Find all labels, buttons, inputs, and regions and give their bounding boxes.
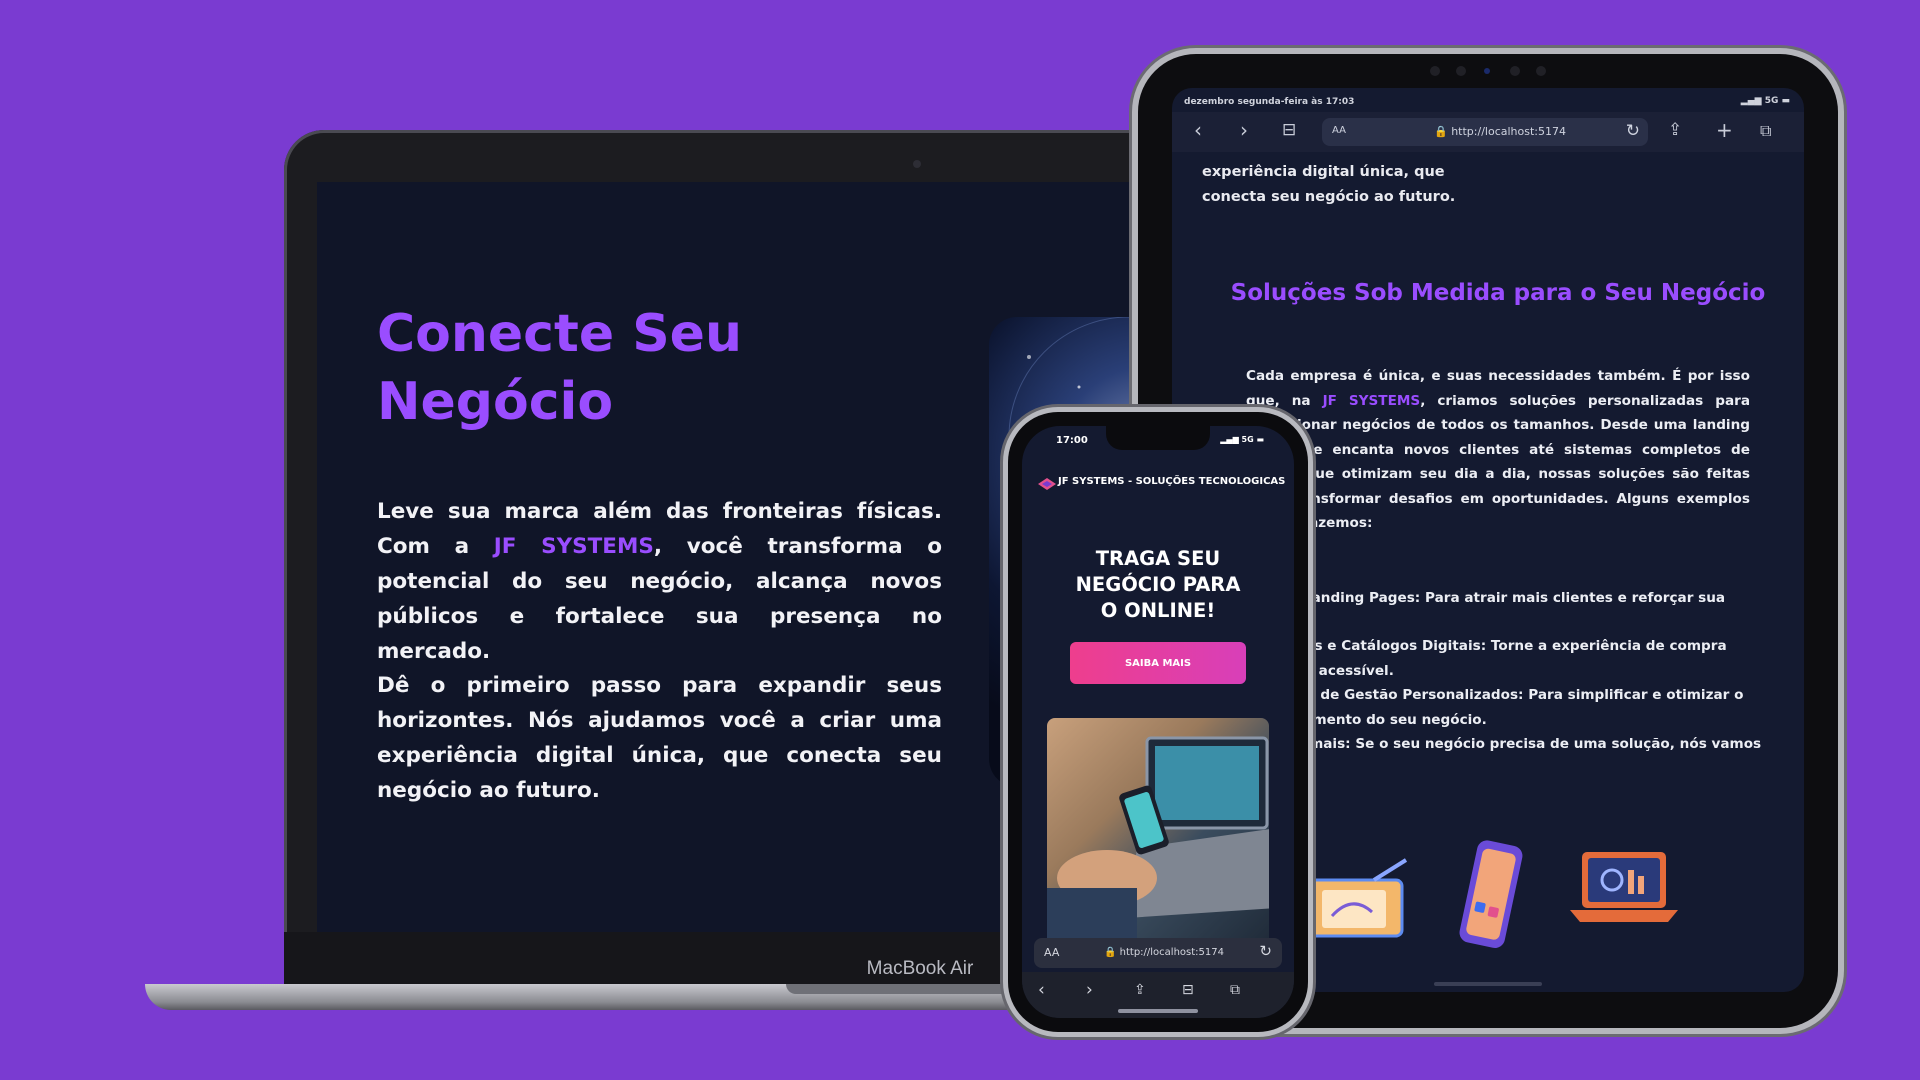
tablet-para-post: , criamos soluções personalizadas para i… [1246, 392, 1750, 532]
reload-icon[interactable]: ↻ [1626, 121, 1640, 141]
phone-headline-line1: TRAGA SEU [1095, 547, 1221, 570]
hero-paragraph-2: Dê o primeiro passo para expandir seus h… [377, 673, 942, 803]
phone-share-icon[interactable]: ⇪ [1134, 982, 1146, 998]
phone-bookmarks-icon[interactable]: ⊟ [1182, 982, 1194, 998]
hero-title-line2: Negócio [377, 372, 614, 432]
tablet-brand-highlight: JF SYSTEMS [1322, 392, 1421, 409]
phone-network-label: 5G [1241, 435, 1254, 444]
phone-url-value: http://localhost:5174 [1119, 947, 1224, 958]
brand-logo-icon [1038, 478, 1056, 490]
tablet-url-text: 🔒 http://localhost:5174 [1434, 125, 1566, 138]
tablet-list-item-3: Sistemas de Gestão Personalizados: Para … [1246, 687, 1744, 728]
text-size-button[interactable]: AA [1332, 125, 1346, 136]
back-icon[interactable]: ‹ [1194, 118, 1202, 142]
tablet-text-line-1: experiência digital única, que [1202, 164, 1445, 180]
tablet-address-bar[interactable]: AA 🔒 http://localhost:5174 ↻ [1322, 118, 1648, 146]
tablet-list-item-2: Cardápios e Catálogos Digitais: Torne a … [1246, 638, 1727, 679]
laptop-opening-notch [786, 984, 1041, 994]
phone-screen: 17:00 ▂▄▆ 5G ▬ JF SYSTEMS - SOLUÇÕES TEC… [1022, 426, 1294, 1018]
phone-text-size-button[interactable]: AA [1044, 946, 1059, 959]
tablet-camera-array [1430, 64, 1550, 78]
laptop-camera [913, 160, 921, 168]
tablet-browser-toolbar: ‹ › ⊟ AA 🔒 http://localhost:5174 ↻ ⇪ + ⧉ [1172, 112, 1804, 152]
phone-tabs-icon[interactable]: ⧉ [1230, 982, 1240, 998]
new-tab-icon[interactable]: + [1716, 118, 1733, 142]
phone-status-time: 17:00 [1056, 435, 1088, 446]
hands-with-phone-photo [1047, 736, 1269, 948]
phone-brand-name[interactable]: JF SYSTEMS - SOLUÇÕES TECNOLOGICAS [1058, 476, 1285, 487]
hero-title-line1: Conecte Seu [377, 304, 742, 364]
phone-headline-line2: NEGÓCIO PARA [1075, 573, 1241, 596]
smartphone-illustration [1459, 840, 1523, 948]
tablet-url-value: http://localhost:5174 [1451, 125, 1566, 138]
tablet-list-item-1: Sites e Landing Pages: Para atrair mais … [1246, 590, 1726, 606]
phone-address-bar[interactable]: AA 🔒 http://localhost:5174 ↻ [1034, 938, 1282, 968]
tablet-status-time: dezembro segunda-feira às 17:03 [1184, 97, 1355, 107]
tablet-drawing-illustration [1308, 858, 1408, 938]
hero-paragraph-1: Leve sua marca além das fronteiras físic… [377, 494, 942, 669]
phone-home-indicator [1118, 1009, 1198, 1013]
tablet-network-label: 5G [1764, 96, 1779, 106]
tablet-list-item-4: E muito mais: Se o seu negócio precisa d… [1246, 736, 1762, 777]
phone-reload-icon[interactable]: ↻ [1259, 942, 1272, 960]
share-icon[interactable]: ⇪ [1668, 120, 1682, 140]
hero-title: Conecte Seu Negócio [377, 300, 937, 436]
phone-back-icon[interactable]: ‹ [1038, 980, 1045, 1000]
phone-forward-icon[interactable]: › [1086, 980, 1093, 1000]
bookmarks-icon[interactable]: ⊟ [1282, 120, 1296, 140]
tablet-section-heading: Soluções Sob Medida para o Seu Negócio [1230, 280, 1766, 306]
saiba-mais-button[interactable]: SAIBA MAIS [1070, 642, 1246, 684]
phone-headline-line3: O ONLINE! [1100, 599, 1216, 622]
phone-hero-photo [1047, 718, 1269, 948]
phone-headline: TRAGA SEU NEGÓCIO PARA O ONLINE! [1048, 546, 1268, 624]
tablet-section-paragraph: Cada empresa é única, e suas necessidade… [1246, 364, 1750, 536]
hero-brand-highlight: JF SYSTEMS [493, 534, 654, 559]
tablet-home-indicator [1434, 982, 1542, 986]
tabs-overview-icon[interactable]: ⧉ [1760, 121, 1771, 141]
laptop-model-label: MacBook Air [866, 958, 974, 979]
phone-url-text: 🔒 http://localhost:5174 [1104, 947, 1224, 958]
phone-status-signal: ▂▄▆ 5G ▬ [1220, 435, 1264, 444]
laptop-dashboard-illustration [1570, 852, 1678, 922]
tablet-status-signal: ▂▄▆ 5G ▬ [1740, 96, 1790, 106]
forward-icon[interactable]: › [1240, 118, 1248, 142]
phone-notch [1106, 426, 1210, 450]
tablet-text-line-2: conecta seu negócio ao futuro. [1202, 189, 1456, 205]
